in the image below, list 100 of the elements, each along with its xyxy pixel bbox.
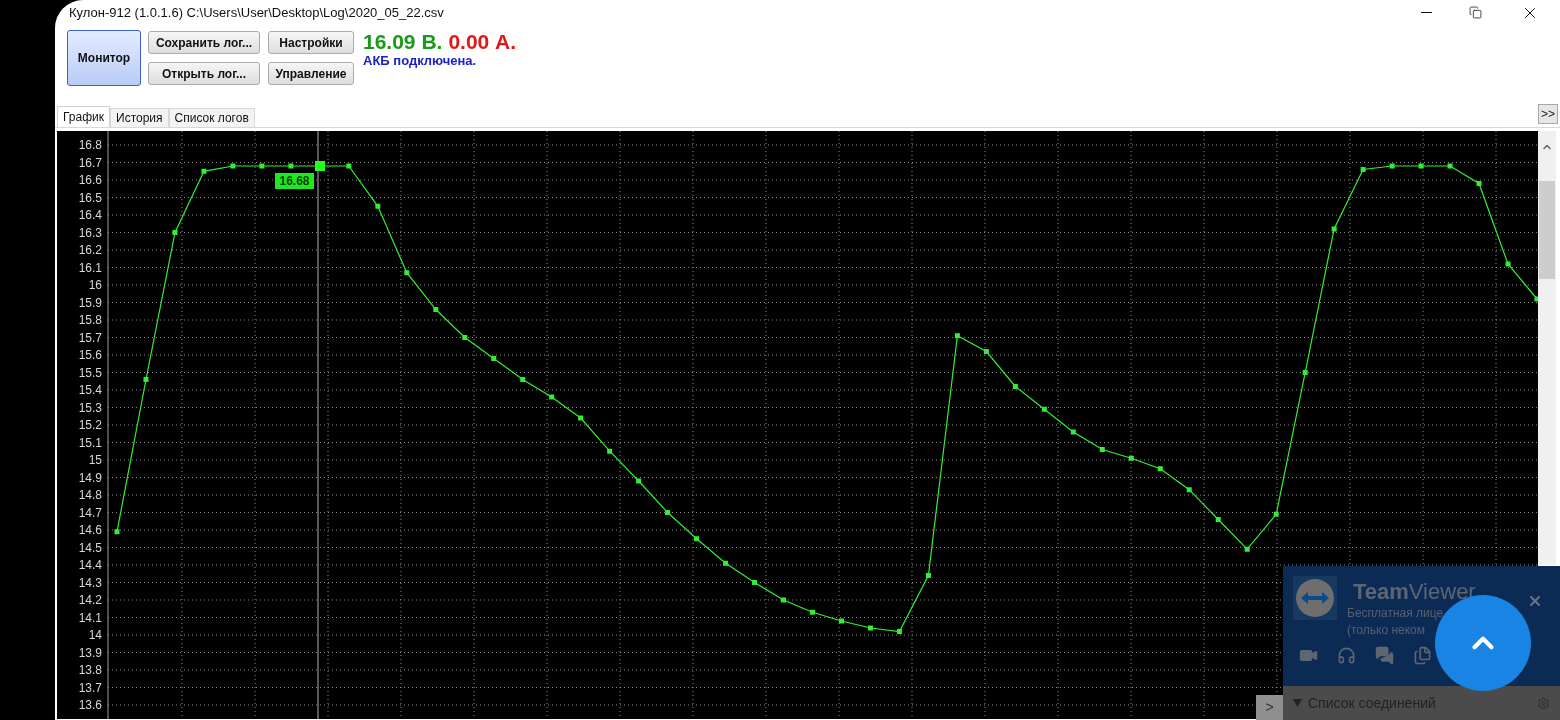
data-point [810, 609, 815, 615]
data-point [954, 333, 960, 339]
tick-label: 14.2 [78, 593, 102, 607]
tick-label: 15.8 [78, 313, 102, 327]
tick-label: 14.3 [78, 575, 102, 590]
tick-label: 15 [88, 453, 102, 467]
tick-label: 14.6 [78, 523, 102, 537]
data-point [433, 307, 439, 312]
tick-label: 16.3 [78, 225, 102, 240]
window-title: Кулон-912 (1.0.1.6) C:\Users\User\Desktop\Log\2020_05_22.csv [69, 3, 444, 22]
data-point [665, 510, 671, 515]
battery-status: АКБ подключена. [363, 54, 478, 68]
tab[interactable]: История [110, 108, 169, 127]
data-point [288, 163, 294, 169]
monitor-button[interactable]: Монитор [67, 30, 141, 86]
expand-button[interactable]: >> [1538, 104, 1558, 124]
teamviewer-logo-icon [1293, 576, 1337, 620]
toolbar-button[interactable]: Сохранить лог... [148, 31, 260, 54]
tick-label: 13.8 [78, 663, 102, 677]
data-point [925, 573, 931, 578]
tick-label: 16.6 [78, 173, 102, 187]
tick-label: 15.3 [78, 400, 102, 415]
files-icon[interactable] [1413, 646, 1432, 665]
tick-label: 14 [88, 628, 102, 642]
tick-label: 15.4 [78, 383, 102, 397]
data-point [1273, 511, 1279, 517]
tick-label: 15.2 [78, 418, 102, 432]
tick-label: 14.1 [78, 610, 102, 625]
data-point [201, 168, 207, 174]
data-point [1418, 163, 1424, 169]
tick-label: 16.5 [78, 190, 102, 205]
annotation: 16.68 [279, 174, 310, 188]
chat-icon[interactable] [1375, 646, 1394, 665]
caret-icon[interactable] [1293, 699, 1302, 707]
value-label: 16.68 [275, 173, 314, 189]
tick-label: 14.9 [78, 470, 102, 485]
tick-label: 16.1 [78, 260, 102, 275]
tick-label: 14.5 [78, 540, 102, 555]
license-text: (только неком [1347, 623, 1426, 638]
tick-label: 15.9 [78, 295, 102, 310]
data-point [114, 529, 120, 535]
data-point [462, 335, 468, 340]
data-point [1128, 455, 1134, 461]
data-point [1012, 384, 1018, 389]
tick-label: 15.5 [78, 365, 102, 380]
data-point [1157, 466, 1163, 472]
data-point [839, 618, 844, 624]
toolbar-button[interactable]: Управление [268, 62, 354, 85]
voltage-reading: 16.09 В. [363, 30, 443, 54]
data-point [983, 349, 989, 354]
tab[interactable]: График [57, 106, 110, 127]
cursor-marker [315, 161, 325, 171]
data-point [1447, 163, 1453, 169]
data-point [1331, 226, 1337, 232]
restore-icon [1468, 6, 1482, 19]
tick-label: 15.7 [78, 330, 102, 345]
data-point [636, 478, 642, 484]
license-text: Бесплатная лице [1347, 606, 1444, 621]
data-point [1476, 181, 1482, 186]
tick-label: 14.4 [78, 558, 102, 572]
data-point [491, 356, 497, 361]
tick-label: 16 [88, 278, 102, 292]
headset-icon[interactable] [1337, 646, 1356, 665]
data-point [1186, 487, 1192, 493]
data-point [694, 536, 700, 542]
tick-label: 16.4 [78, 208, 102, 222]
tick-label: 14.8 [78, 488, 102, 502]
data-point [346, 163, 352, 169]
tick-label: 13.9 [78, 645, 102, 660]
data-point [1215, 517, 1221, 522]
data-point [607, 448, 613, 454]
scrollbar[interactable] [1538, 131, 1556, 565]
teamviewer-title: TeamViewer [1353, 579, 1476, 605]
data-point [1389, 163, 1395, 169]
minimize-icon [1420, 12, 1432, 13]
data-point [578, 415, 584, 421]
gear-icon[interactable] [1537, 696, 1550, 710]
tick-label: 15.1 [78, 435, 102, 450]
tick-label: 13.6 [78, 698, 102, 712]
data-point [867, 625, 873, 631]
tick-label: 16.7 [78, 155, 102, 170]
tab[interactable]: Список логов [168, 108, 255, 127]
toolbar-button[interactable]: Настройки [268, 31, 354, 54]
data-point [230, 163, 236, 169]
tick-label: 16.2 [78, 243, 102, 257]
toolbar-button[interactable]: Открыть лог... [148, 62, 260, 85]
tick-label: 16.8 [78, 138, 102, 152]
data-point [172, 230, 178, 235]
data-point [259, 163, 265, 169]
data-point [896, 629, 902, 634]
data-point [1070, 429, 1076, 435]
data-point [143, 377, 149, 382]
data-point [1302, 370, 1308, 375]
data-point [520, 377, 526, 382]
current-reading: 0.00 А. [448, 30, 517, 54]
scroll-thumb[interactable] [1539, 181, 1555, 279]
data-point [1099, 447, 1105, 452]
close-icon[interactable] [1527, 593, 1543, 609]
data-point [781, 597, 787, 603]
tick-label: 14.7 [78, 505, 102, 520]
